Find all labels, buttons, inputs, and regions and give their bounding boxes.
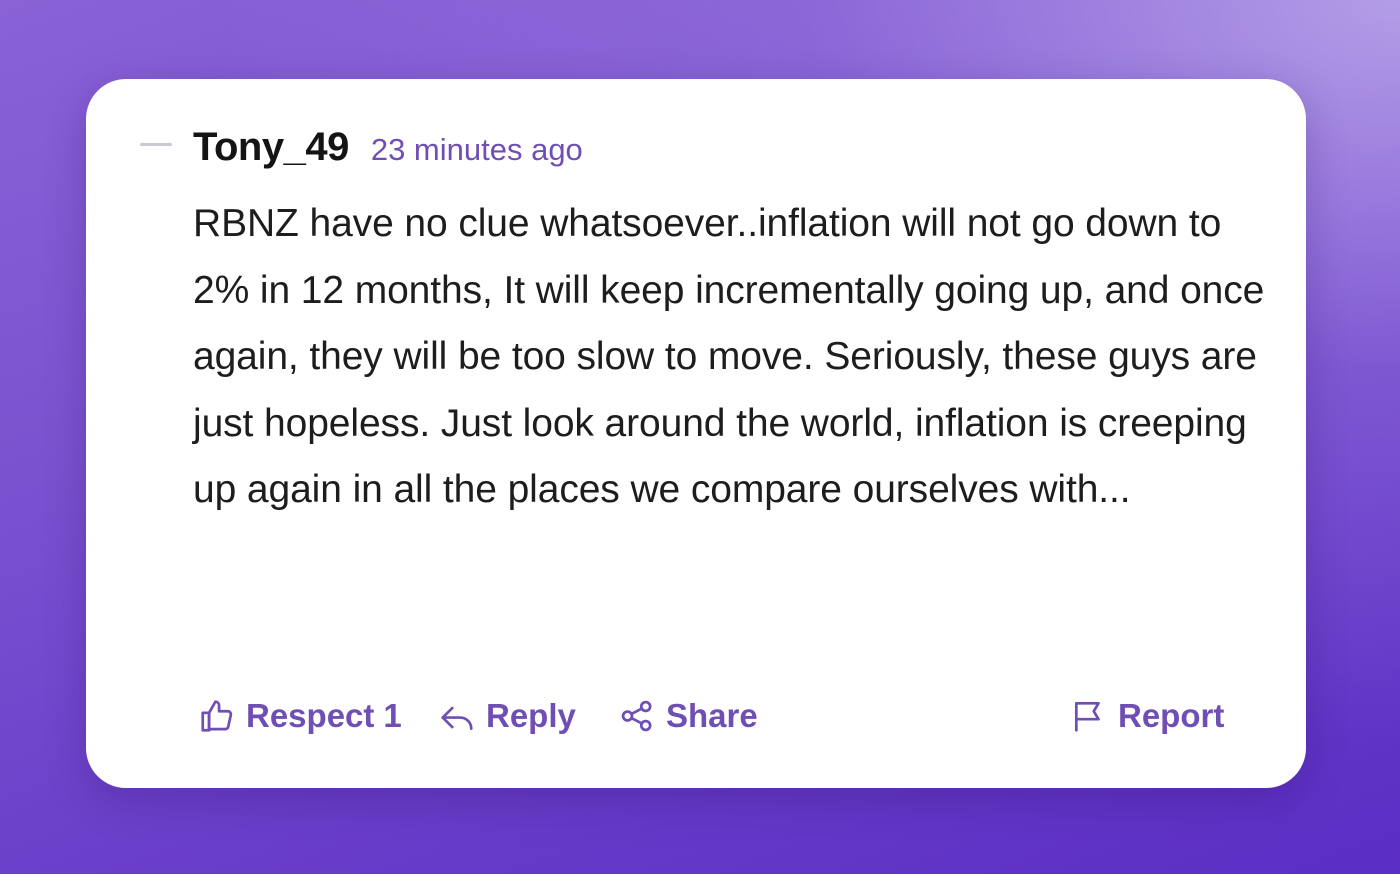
collapse-dash-icon[interactable] [140,143,172,146]
respect-count: 1 [383,697,402,734]
respect-label: Respect [246,697,375,734]
comment-actions: Respect 1 Reply Share Report [198,692,1238,740]
comment-timestamp: 23 minutes ago [370,132,583,167]
reply-arrow-icon [441,706,473,731]
share-button[interactable]: Share [618,692,758,740]
comment-body: RBNZ have no clue whatsoever..inflation … [193,202,1265,511]
respect-button[interactable]: Respect 1 [198,692,402,740]
reply-label: Reply [486,697,576,734]
report-button[interactable]: Report [1070,692,1224,740]
share-nodes-icon [621,700,652,732]
comment-username[interactable]: Tony_49 [193,125,349,170]
reply-button[interactable]: Reply [438,692,576,740]
comment-card: Tony_49 23 minutes ago RBNZ have no clue… [86,79,1306,788]
comment-header: Tony_49 23 minutes ago [193,125,583,170]
thumbs-up-icon [201,700,233,732]
flag-icon [1074,701,1100,732]
report-label: Report [1118,697,1225,734]
share-label: Share [666,697,758,734]
